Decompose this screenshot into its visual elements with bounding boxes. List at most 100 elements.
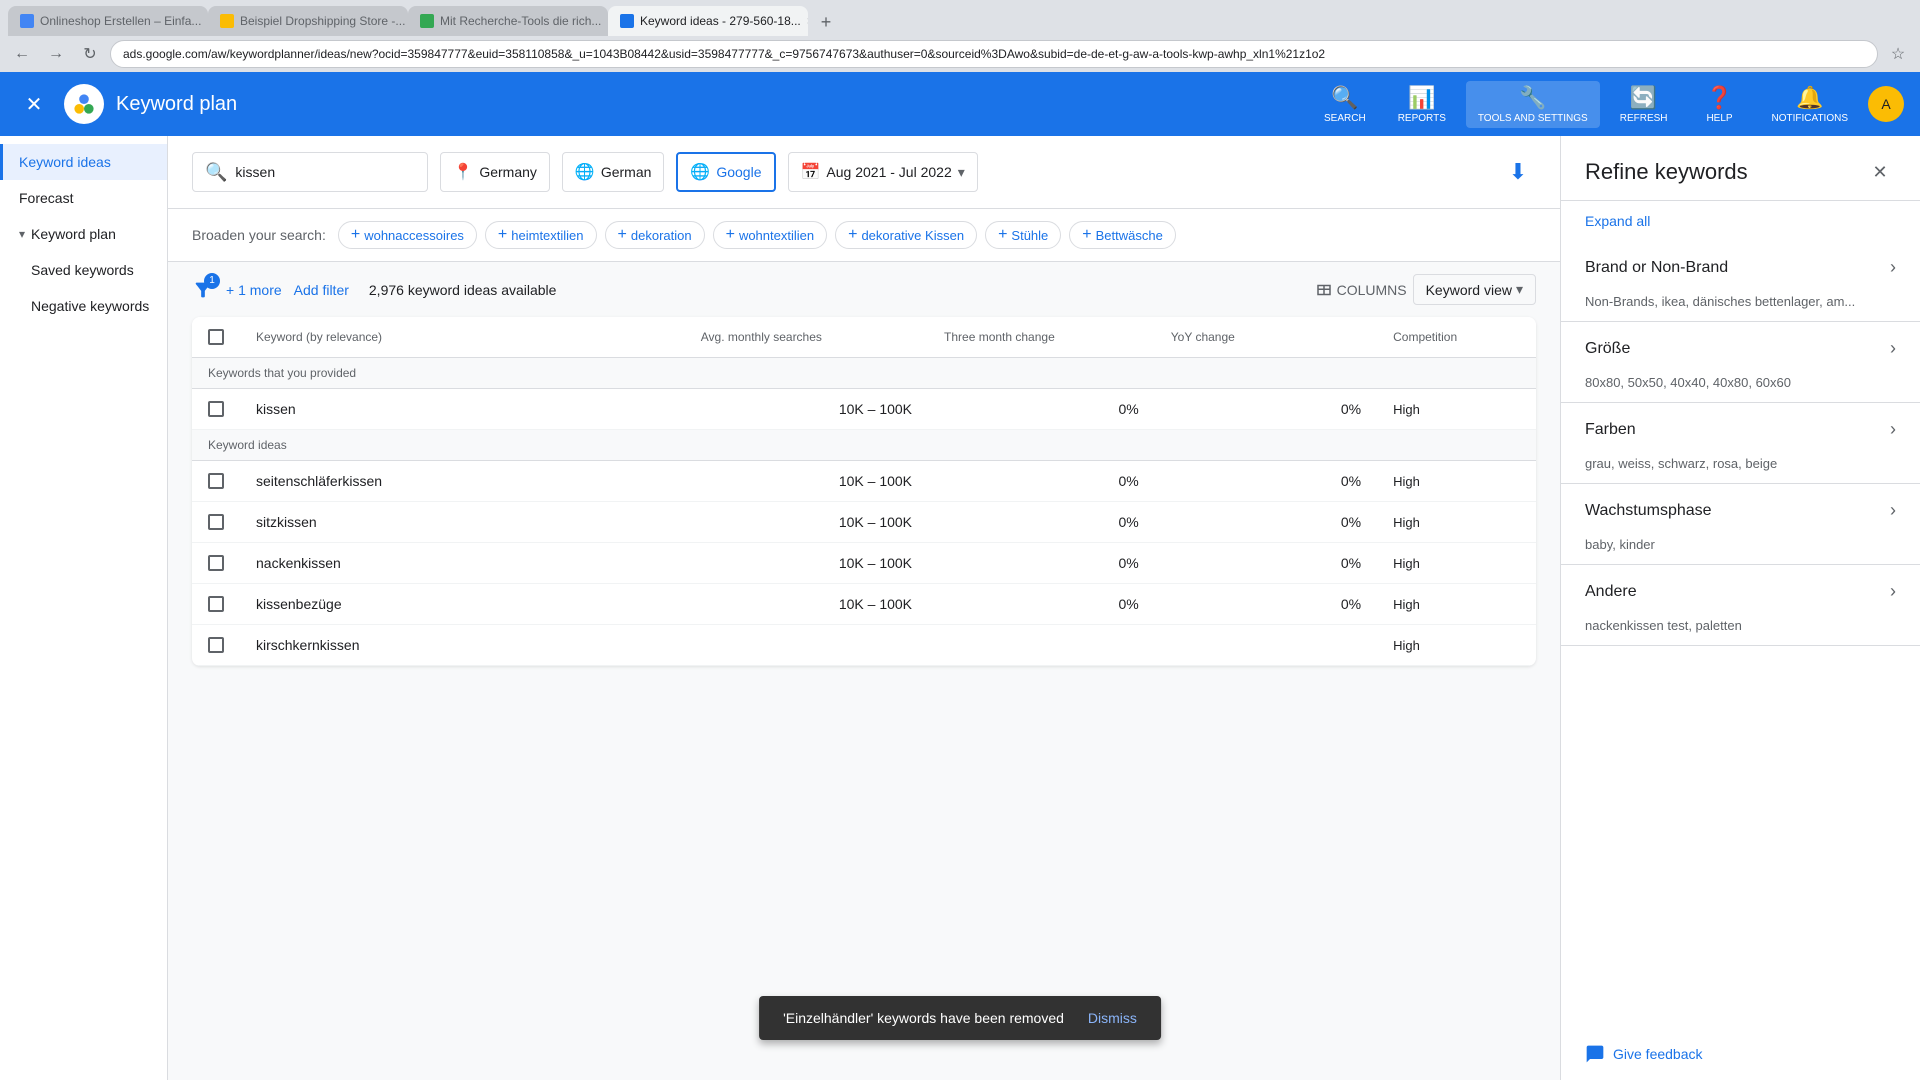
refine-section-farben: Farben › grau, weiss, schwarz, rosa, bei… (1561, 403, 1920, 484)
toast-message: 'Einzelhändler' keywords have been remov… (783, 1010, 1064, 1026)
date-filter[interactable]: 📅 Aug 2021 - Jul 2022 ▾ (788, 152, 978, 192)
user-avatar[interactable]: A (1868, 86, 1904, 122)
refresh-action[interactable]: 🔄 REFRESH (1608, 81, 1680, 128)
add-filter-button[interactable]: Add filter (294, 282, 349, 298)
sidebar-item-keyword-plan[interactable]: ▾ Keyword plan (0, 216, 167, 252)
col-header-competition[interactable]: Competition (1377, 317, 1536, 358)
search-input[interactable] (235, 164, 415, 180)
network-icon: 🌐 (690, 162, 710, 182)
col-header-three-month[interactable]: Three month change (928, 317, 1155, 358)
tab-4[interactable]: Keyword ideas - 279-560-18... × (608, 6, 808, 36)
columns-button[interactable]: COLUMNS (1315, 281, 1407, 299)
sidebar: Keyword ideas Forecast ▾ Keyword plan Sa… (0, 136, 168, 1080)
yoy-kissen: 0% (1155, 389, 1377, 430)
tab-1[interactable]: Onlineshop Erstellen – Einfa... × (8, 6, 208, 36)
refine-close-button[interactable]: ✕ (1864, 156, 1896, 188)
give-feedback-button[interactable]: Give feedback (1561, 1028, 1920, 1080)
expand-all-link[interactable]: Expand all (1585, 213, 1650, 229)
search-area: 🔍 📍 Germany 🌐 German 🌐 Google 📅 (168, 136, 1560, 209)
view-toggle: COLUMNS Keyword view ▾ (1315, 274, 1536, 305)
refine-section-andere-subtitle: nackenkissen test, paletten (1561, 618, 1920, 645)
back-button[interactable]: ← (8, 40, 36, 68)
toast-dismiss-button[interactable]: Dismiss (1088, 1010, 1137, 1026)
refine-header: Refine keywords ✕ (1561, 136, 1920, 201)
keyword-kirschkernkissen: kirschkernkissen (240, 625, 685, 666)
broaden-chip-1[interactable]: + heimtextilien (485, 221, 597, 249)
sidebar-item-label-keyword-ideas: Keyword ideas (19, 154, 111, 170)
tab-title-4: Keyword ideas - 279-560-18... (640, 14, 801, 28)
table-row: kissenbezüge 10K – 100K 0% 0% High (192, 584, 1536, 625)
tab-2[interactable]: Beispiel Dropshipping Store -... × (208, 6, 408, 36)
section-row-ideas: Keyword ideas (192, 430, 1536, 461)
filter-button[interactable]: 1 (192, 279, 214, 301)
table-row: seitenschläferkissen 10K – 100K 0% 0% Hi… (192, 461, 1536, 502)
search-box[interactable]: 🔍 (192, 152, 428, 192)
refine-brand-chevron-icon: › (1890, 257, 1896, 278)
main-content: Keyword ideas Forecast ▾ Keyword plan Sa… (0, 136, 1920, 1080)
close-plan-button[interactable]: ✕ (16, 86, 52, 122)
table-row: sitzkissen 10K – 100K 0% 0% High (192, 502, 1536, 543)
broaden-chip-5[interactable]: + Stühle (985, 221, 1061, 249)
refine-section-wachstumsphase-header[interactable]: Wachstumsphase › (1561, 484, 1920, 537)
sidebar-item-negative-keywords[interactable]: Negative keywords (0, 288, 167, 324)
col-header-checkbox[interactable] (192, 317, 240, 358)
network-filter[interactable]: 🌐 Google (676, 152, 775, 192)
forward-button[interactable]: → (42, 40, 70, 68)
reports-action[interactable]: 📊 REPORTS (1386, 81, 1458, 128)
refine-farben-chevron-icon: › (1890, 419, 1896, 440)
language-icon: 🌐 (575, 162, 595, 182)
row-checkbox-kissen[interactable] (192, 389, 240, 430)
section-label-provided: Keywords that you provided (208, 366, 356, 380)
broaden-chip-0[interactable]: + wohnaccessoires (338, 221, 477, 249)
keyword-view-button[interactable]: Keyword view ▾ (1413, 274, 1536, 305)
col-header-keyword[interactable]: Keyword (by relevance) (240, 317, 685, 358)
col-header-yoy[interactable]: YoY change (1155, 317, 1377, 358)
filter-badge: 1 (204, 273, 220, 289)
tools-action[interactable]: 🔧 TOOLS AND SETTINGS (1466, 81, 1600, 128)
broaden-chip-3[interactable]: + wohntextilien (713, 221, 828, 249)
app-header: ✕ Keyword plan 🔍 SEARCH 📊 REPORTS 🔧 (0, 72, 1920, 136)
tab-3[interactable]: Mit Recherche-Tools die rich... × (408, 6, 608, 36)
address-bar[interactable]: ads.google.com/aw/keywordplanner/ideas/n… (110, 40, 1878, 68)
broaden-chip-label-0: wohnaccessoires (364, 228, 464, 243)
plus-icon-6: + (1082, 226, 1091, 244)
language-filter[interactable]: 🌐 German (562, 152, 665, 192)
search-action-label: SEARCH (1324, 113, 1366, 124)
keyword-seitenschlaeferkissen: seitenschläferkissen (240, 461, 685, 502)
search-icon: 🔍 (1331, 85, 1358, 111)
notifications-action[interactable]: 🔔 NOTIFICATIONS (1760, 81, 1860, 128)
refine-section-andere-header[interactable]: Andere › (1561, 565, 1920, 618)
broaden-chip-2[interactable]: + dekoration (605, 221, 705, 249)
search-action[interactable]: 🔍 SEARCH (1312, 81, 1378, 128)
plus-icon-0: + (351, 226, 360, 244)
col-header-avg-monthly[interactable]: Avg. monthly searches (685, 317, 928, 358)
select-all-checkbox[interactable] (208, 329, 224, 345)
tab-title-3: Mit Recherche-Tools die rich... (440, 14, 601, 28)
reload-button[interactable]: ↻ (76, 40, 104, 68)
location-filter[interactable]: 📍 Germany (440, 152, 550, 192)
broaden-chip-label-2: dekoration (631, 228, 692, 243)
more-filters-link[interactable]: + 1 more (226, 282, 282, 298)
feedback-label: Give feedback (1613, 1046, 1703, 1062)
plus-icon-3: + (726, 226, 735, 244)
chevron-icon: ▾ (19, 227, 25, 241)
new-tab-button[interactable]: + (812, 8, 840, 36)
header-title: Keyword plan (116, 93, 237, 116)
refine-section-farben-header[interactable]: Farben › (1561, 403, 1920, 456)
bookmark-button[interactable]: ☆ (1884, 40, 1912, 68)
keyword-kissenbezuge: kissenbezüge (240, 584, 685, 625)
download-button[interactable]: ⬇ (1500, 154, 1536, 190)
refine-section-grosse-header[interactable]: Größe › (1561, 322, 1920, 375)
help-action[interactable]: ❓ HELP (1688, 81, 1752, 128)
sidebar-item-keyword-ideas[interactable]: Keyword ideas (0, 144, 167, 180)
refine-section-brand-header[interactable]: Brand or Non-Brand › (1561, 241, 1920, 294)
refine-section-brand: Brand or Non-Brand › Non-Brands, ikea, d… (1561, 241, 1920, 322)
refine-expand-section: Expand all (1561, 201, 1920, 241)
broaden-chip-6[interactable]: + Bettwäsche (1069, 221, 1176, 249)
broaden-chip-4[interactable]: + dekorative Kissen (835, 221, 977, 249)
refine-section-wachstumsphase: Wachstumsphase › baby, kinder (1561, 484, 1920, 565)
plus-icon-4: + (848, 226, 857, 244)
sidebar-item-saved-keywords[interactable]: Saved keywords (0, 252, 167, 288)
sidebar-item-forecast[interactable]: Forecast (0, 180, 167, 216)
tab-close-4[interactable]: × (807, 13, 808, 29)
